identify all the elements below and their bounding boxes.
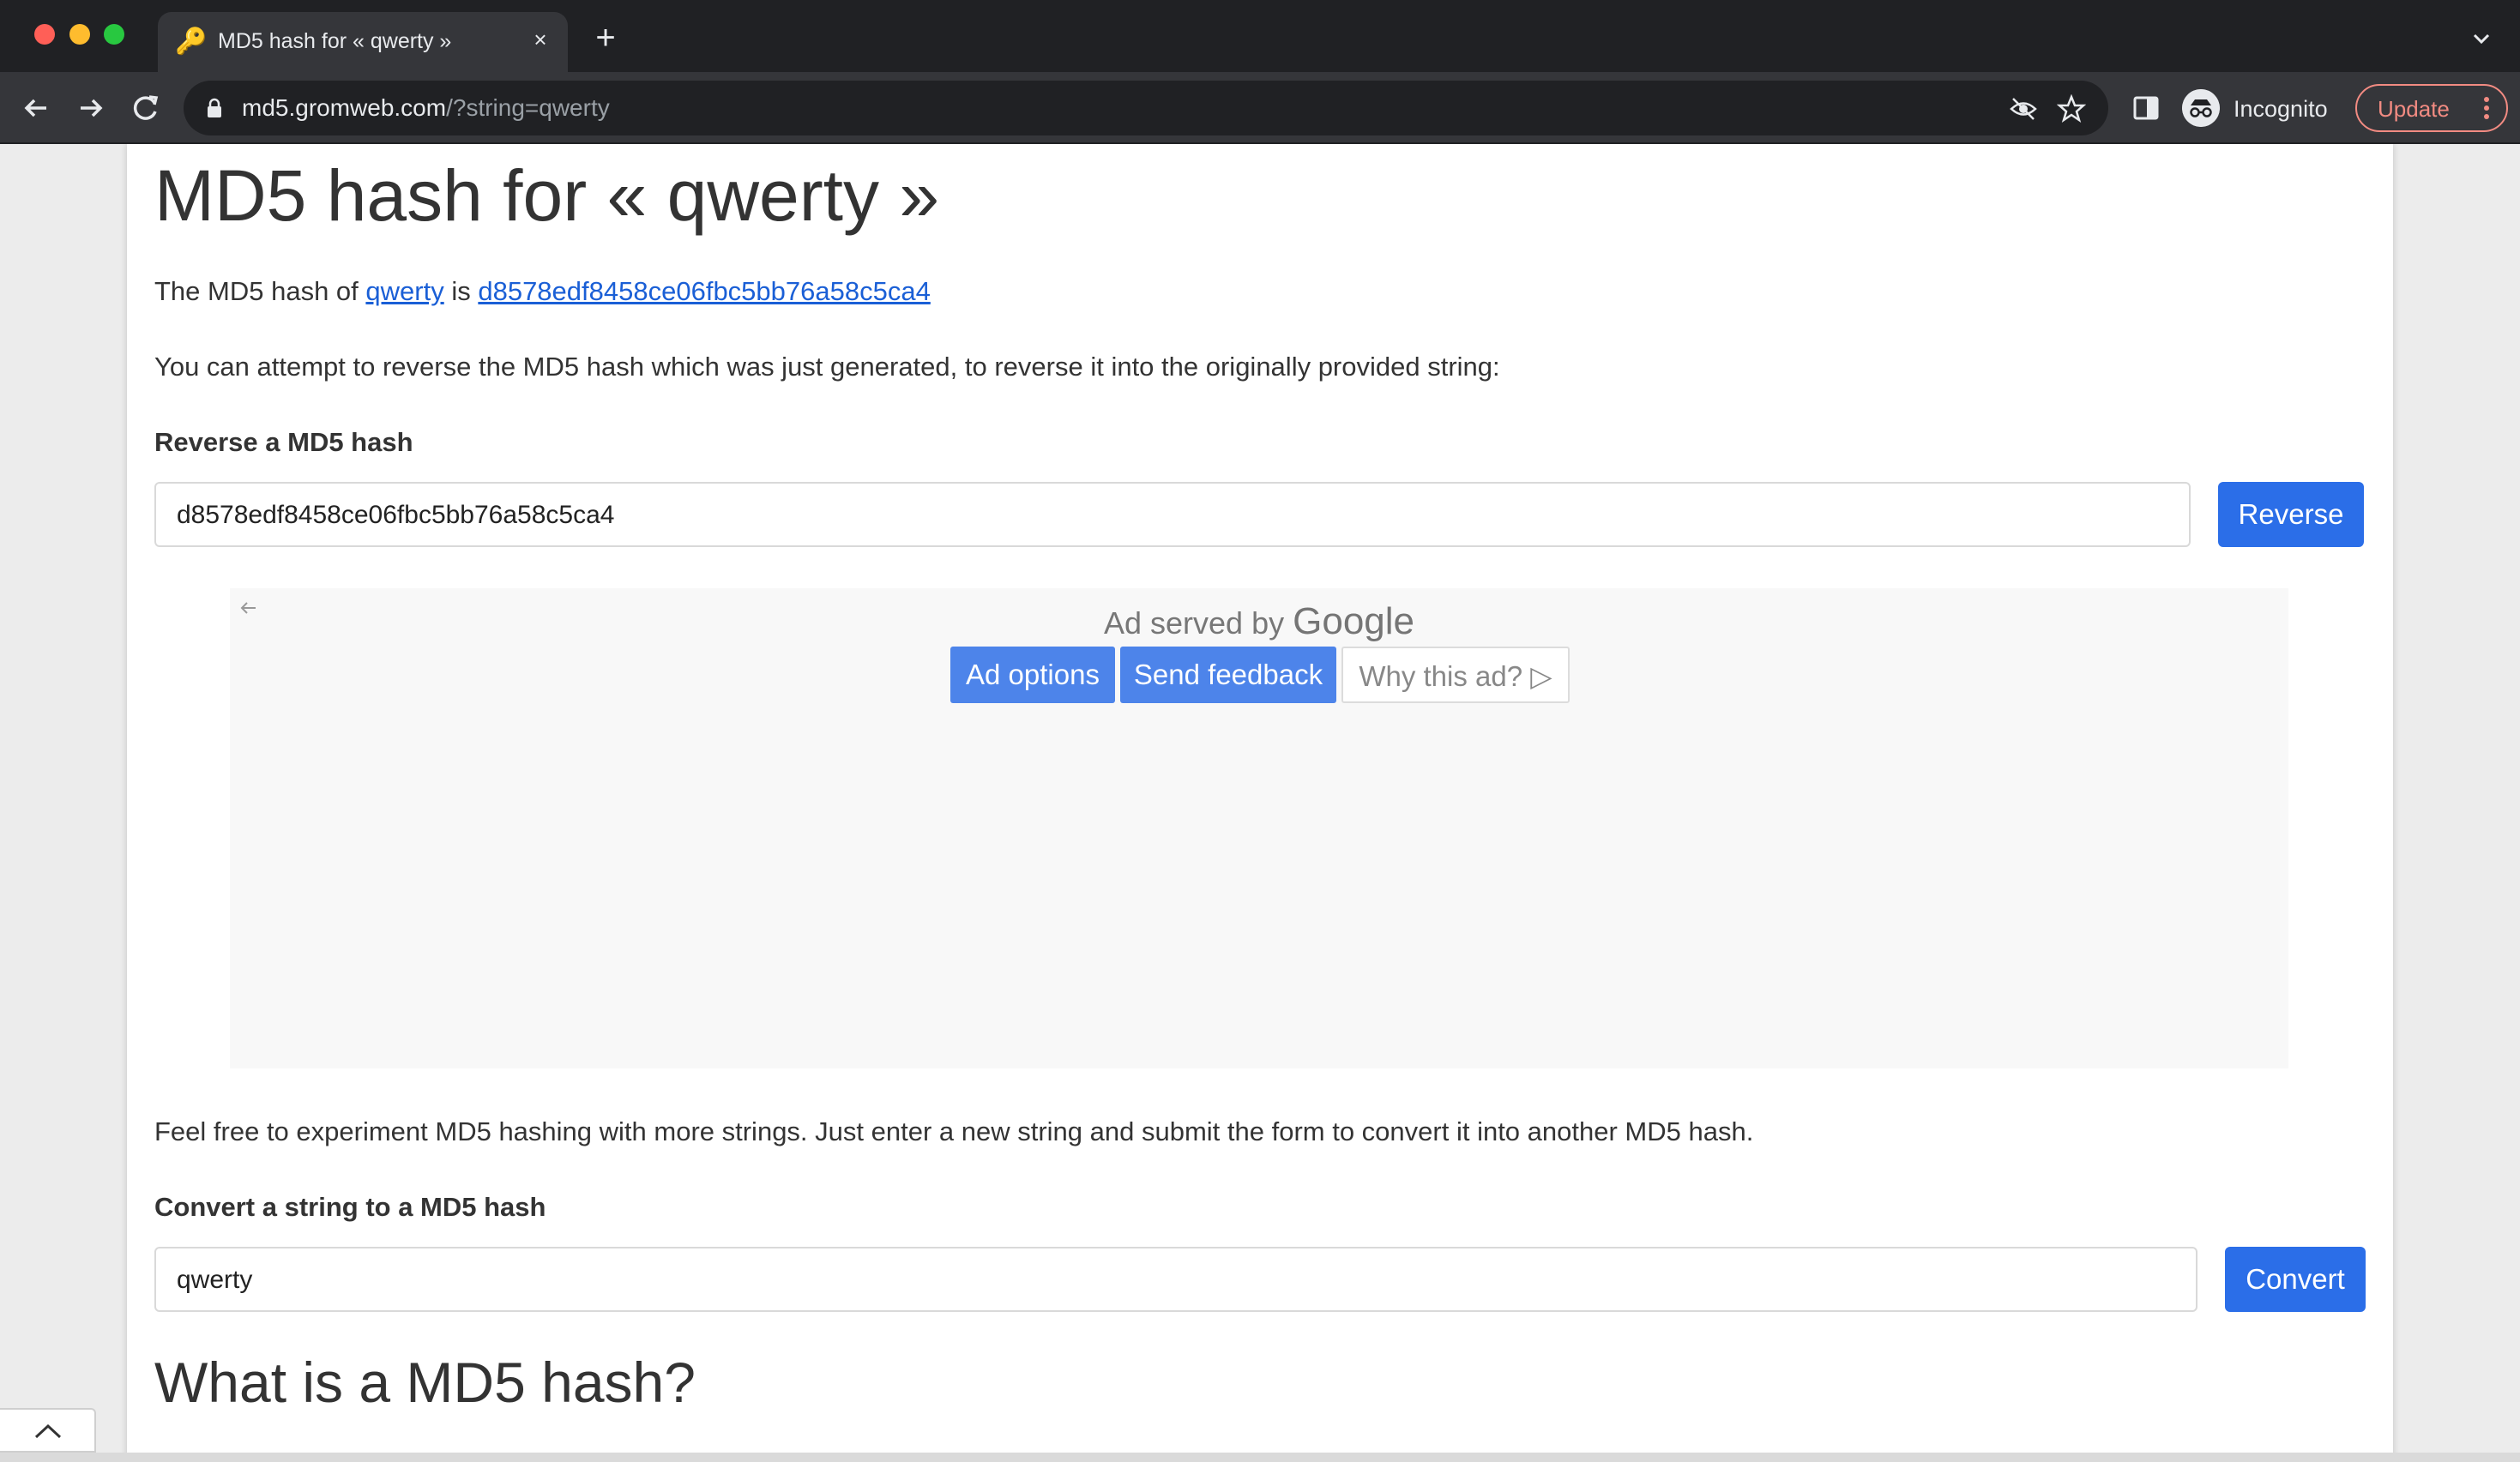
reverse-hash-input[interactable]: d8578edf8458ce06fbc5bb76a58c5ca4 xyxy=(154,482,2191,547)
convert-string-input[interactable]: qwerty xyxy=(154,1247,2197,1312)
content-container: MD5 hash for « qwerty » The MD5 hash of … xyxy=(127,144,2393,1462)
ad-served-label: Ad served by xyxy=(1103,605,1285,641)
url-path: /?string=qwerty xyxy=(446,94,610,121)
forward-icon[interactable] xyxy=(72,89,110,127)
scroll-to-top-button[interactable] xyxy=(0,1408,96,1453)
convert-description: Feel free to experiment MD5 hashing with… xyxy=(154,1116,1754,1146)
profile-button[interactable]: Incognito xyxy=(2177,82,2348,134)
key-icon: 🔑 xyxy=(175,27,208,56)
close-window-button[interactable] xyxy=(34,24,55,45)
ad-served-text: Ad served by Google xyxy=(230,600,2288,643)
chevron-up-icon xyxy=(34,1423,62,1439)
tab-close-button[interactable]: × xyxy=(527,26,554,53)
tab-title: MD5 hash for « qwerty » xyxy=(218,29,452,53)
profile-label: Incognito xyxy=(2234,96,2328,122)
hash-link[interactable]: d8578edf8458ce06fbc5bb76a58c5ca4 xyxy=(478,276,930,306)
window-bottom-edge xyxy=(0,1453,2520,1462)
incognito-icon xyxy=(2182,89,2220,127)
page-title: MD5 hash for « qwerty » xyxy=(154,155,940,236)
google-logo: Google xyxy=(1293,600,1415,642)
tab-strip: 🔑 MD5 hash for « qwerty » × + xyxy=(0,0,2520,72)
update-button[interactable]: Update xyxy=(2355,84,2508,132)
result-prefix: The MD5 hash of xyxy=(154,276,366,306)
play-outline-icon: ▷ xyxy=(1530,660,1552,692)
chevron-down-icon[interactable] xyxy=(2469,26,2494,51)
reverse-description: You can attempt to reverse the MD5 hash … xyxy=(154,352,1500,382)
reverse-hash-value: d8578edf8458ce06fbc5bb76a58c5ca4 xyxy=(177,501,615,529)
reverse-form-label: Reverse a MD5 hash xyxy=(154,427,413,457)
address-bar[interactable]: md5.gromweb.com/?string=qwerty xyxy=(184,81,2108,135)
update-label: Update xyxy=(2378,96,2450,122)
send-feedback-button[interactable]: Send feedback xyxy=(1120,647,1336,703)
browser-toolbar: md5.gromweb.com/?string=qwerty Incognito… xyxy=(0,72,2520,144)
string-link[interactable]: qwerty xyxy=(365,276,443,306)
zoom-window-button[interactable] xyxy=(104,24,124,45)
reverse-button[interactable]: Reverse xyxy=(2218,482,2364,547)
ad-container: Ad served by Google Ad options Send feed… xyxy=(230,588,2288,1068)
minimize-window-button[interactable] xyxy=(69,24,90,45)
why-this-ad-button[interactable]: Why this ad? ▷ xyxy=(1341,647,1570,703)
result-middle: is xyxy=(443,276,479,306)
ad-options-button[interactable]: Ad options xyxy=(950,647,1115,703)
more-vert-icon xyxy=(2484,97,2489,119)
url-host: md5.gromweb.com xyxy=(242,94,447,121)
eye-off-icon[interactable] xyxy=(2009,94,2038,123)
convert-string-value: qwerty xyxy=(177,1266,253,1294)
convert-form-label: Convert a string to a MD5 hash xyxy=(154,1192,546,1222)
convert-button[interactable]: Convert xyxy=(2225,1247,2366,1312)
active-tab[interactable]: 🔑 MD5 hash for « qwerty » × xyxy=(158,12,568,72)
side-panel-icon[interactable] xyxy=(2131,93,2161,123)
url-text[interactable]: md5.gromweb.com/?string=qwerty xyxy=(242,94,610,122)
reload-icon[interactable] xyxy=(127,89,165,127)
star-icon[interactable] xyxy=(2057,94,2086,123)
page-viewport: MD5 hash for « qwerty » The MD5 hash of … xyxy=(0,144,2520,1462)
back-icon[interactable] xyxy=(17,89,55,127)
new-tab-button[interactable]: + xyxy=(588,21,623,57)
lock-icon[interactable] xyxy=(206,98,223,118)
section-heading: What is a MD5 hash? xyxy=(154,1351,696,1414)
why-this-ad-label: Why this ad? xyxy=(1359,660,1523,692)
hash-result-text: The MD5 hash of qwerty is d8578edf8458ce… xyxy=(154,276,931,307)
